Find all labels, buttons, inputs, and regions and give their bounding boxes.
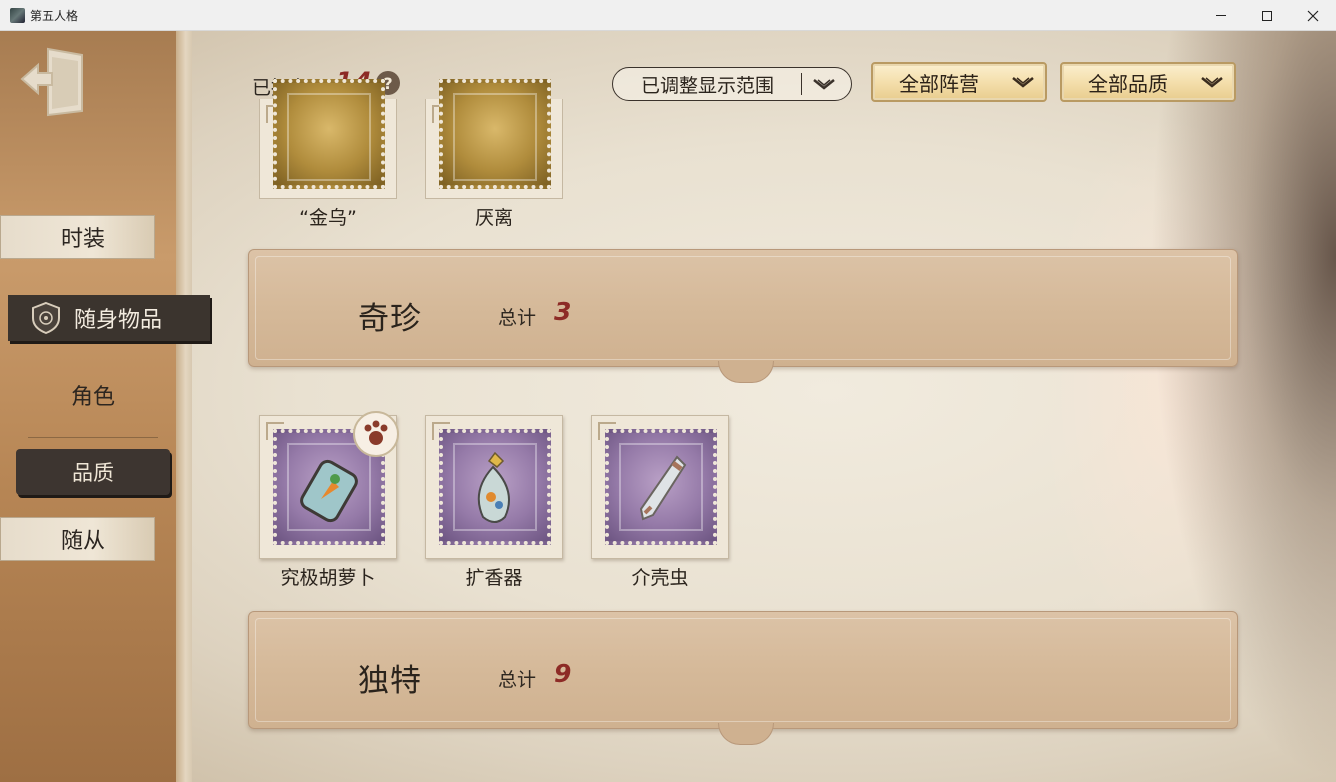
game-canvas: 时装 随身物品 角色 品质 随从 已拥有 14 ? 已调整显示范围 全部阵营 全… — [0, 31, 1336, 782]
tab-character-label: 角色 — [70, 385, 115, 410]
sidebar-divider — [28, 437, 158, 438]
tab-quality[interactable]: 品质 — [16, 449, 170, 495]
maximize-button[interactable] — [1244, 0, 1290, 31]
item-name: 介壳虫 — [631, 567, 689, 589]
item-card-ultimate-carrot[interactable]: 究极胡萝卜 — [259, 411, 399, 589]
item-name: “金乌” — [299, 207, 357, 229]
tab-accessories[interactable]: 随身物品 — [8, 295, 210, 341]
section-notch — [718, 361, 774, 383]
quality-filter-dropdown[interactable]: 全部品质 — [1060, 62, 1236, 102]
maximize-icon — [1262, 10, 1272, 21]
tab-quality-label: 品质 — [72, 461, 114, 485]
item-name: 厌离 — [474, 207, 513, 229]
section-total-label: 总计 — [498, 669, 537, 691]
quality-filter-label: 全部品质 — [1088, 71, 1168, 96]
window-titlebar: 第五人格 — [0, 0, 1336, 31]
stamp-purple — [439, 429, 551, 545]
stamp-purple — [605, 429, 717, 545]
close-button[interactable] — [1290, 0, 1336, 31]
minimize-icon — [1216, 15, 1226, 16]
section-header-unique: 独特 总计 9 — [248, 611, 1238, 745]
section-header-rare: 奇珍 总计 3 — [248, 249, 1238, 383]
section-total-label: 总计 — [498, 307, 537, 329]
minimize-button[interactable] — [1198, 0, 1244, 31]
stamp-gold — [273, 79, 385, 189]
section-title: 独特 — [358, 663, 422, 699]
tab-accessories-label: 随身物品 — [74, 308, 163, 333]
scope-filter-dropdown[interactable]: 已调整显示范围 — [612, 67, 852, 101]
item-name: 究极胡萝卜 — [280, 567, 376, 589]
exit-icon[interactable] — [18, 45, 86, 117]
faction-filter-dropdown[interactable]: 全部阵营 — [871, 62, 1047, 102]
carrot-jar-icon — [300, 459, 358, 523]
section-total-value: 9 — [554, 659, 572, 688]
section-title: 奇珍 — [358, 301, 422, 337]
diffuser-bottle-icon — [477, 451, 510, 523]
tab-follower-label: 随从 — [61, 529, 106, 554]
section-notch — [718, 723, 774, 745]
close-icon — [1307, 10, 1319, 21]
item-card-diffuser[interactable]: 扩香器 — [425, 415, 563, 589]
tab-costume-label: 时装 — [61, 227, 106, 252]
item-card-scale-insect[interactable]: 介壳虫 — [591, 415, 729, 589]
window-title: 第五人格 — [30, 9, 79, 23]
faction-filter-label: 全部阵营 — [899, 71, 979, 96]
sidebar-edge — [176, 31, 192, 782]
chevron-down-icon — [1012, 77, 1034, 88]
app-icon — [10, 8, 25, 23]
stamp-gold — [439, 79, 551, 189]
chevron-down-icon — [813, 79, 835, 90]
tab-follower[interactable]: 随从 — [0, 517, 155, 561]
scope-filter-label: 已调整显示范围 — [641, 74, 775, 97]
item-card-yanli[interactable]: 厌离 — [425, 79, 563, 229]
tab-costume[interactable]: 时装 — [0, 215, 155, 259]
item-name: 扩香器 — [465, 567, 523, 589]
shield-icon — [32, 301, 60, 335]
tab-character[interactable]: 角色 — [28, 375, 158, 415]
dropdown-separator — [801, 73, 802, 95]
paw-badge-icon — [353, 411, 399, 457]
chevron-down-icon — [1201, 77, 1223, 88]
section-total-value: 3 — [554, 297, 572, 326]
item-card-golden-crow[interactable]: “金乌” — [259, 79, 397, 229]
crystal-vial-icon — [639, 455, 687, 521]
